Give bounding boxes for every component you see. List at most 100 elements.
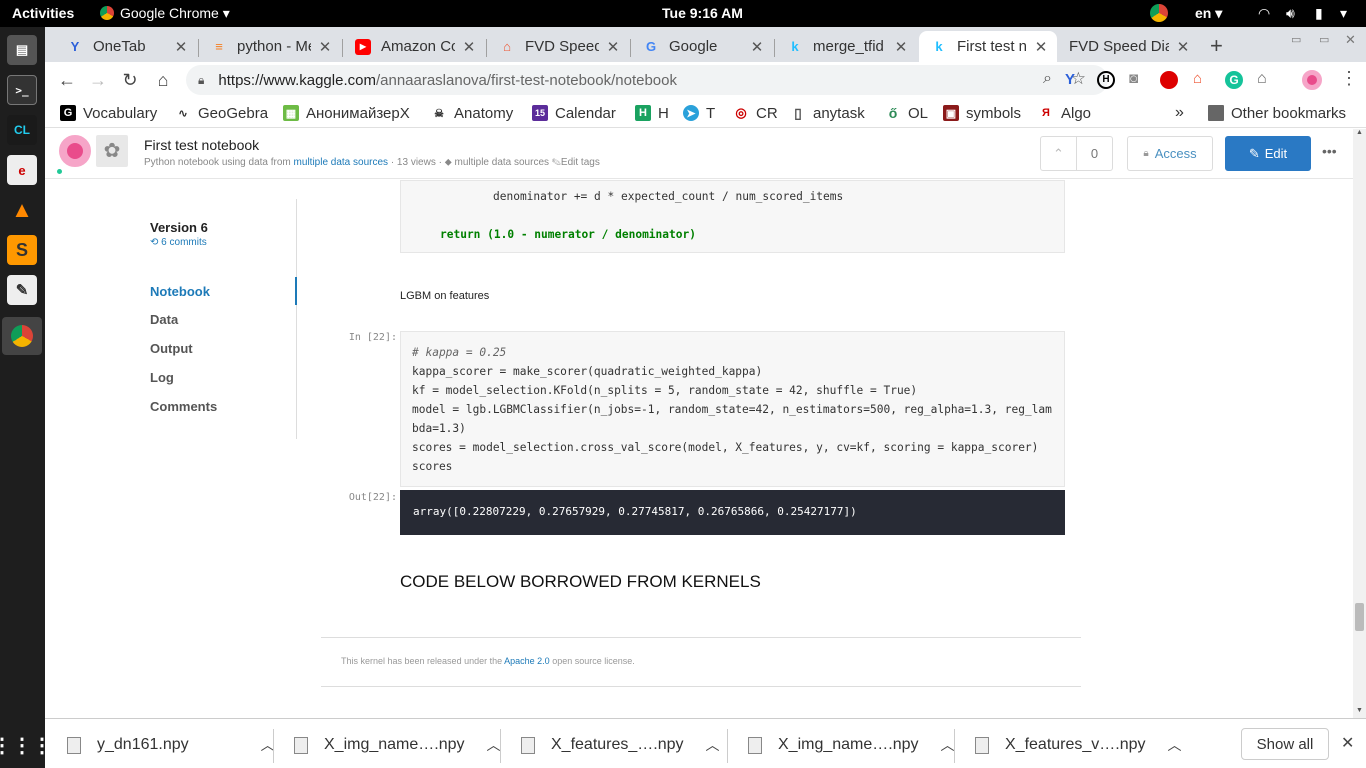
- download-item[interactable]: X_features_….npy ︿: [521, 731, 720, 759]
- nav-data[interactable]: Data: [150, 312, 178, 327]
- fvd-extension-icon[interactable]: ⌂: [1193, 70, 1202, 87]
- nav-output[interactable]: Output: [150, 341, 193, 356]
- terminal-icon[interactable]: >_: [7, 75, 37, 105]
- tab-fvd-speed-dial[interactable]: FVD Speed Dial ✕: [1057, 31, 1199, 62]
- new-tab-button[interactable]: +: [1210, 33, 1223, 59]
- download-item[interactable]: X_img_name….npy ︿: [294, 731, 501, 759]
- close-icon[interactable]: ✕: [1033, 38, 1049, 56]
- close-icon[interactable]: ✕: [461, 38, 477, 56]
- download-item[interactable]: X_features_v….npy ︿: [975, 731, 1182, 759]
- tab-google[interactable]: G Google ✕: [631, 31, 773, 62]
- forward-icon[interactable]: →: [85, 67, 111, 93]
- red-extension-icon[interactable]: [1160, 71, 1178, 89]
- other-bookmarks[interactable]: Other bookmarks: [1208, 103, 1346, 123]
- commits-link[interactable]: ⟲ 6 commits: [150, 237, 207, 248]
- chevron-up-icon[interactable]: ︿: [941, 735, 955, 755]
- edit-button[interactable]: ✎ Edit: [1225, 136, 1311, 171]
- camera-extension-icon[interactable]: ◙: [1129, 70, 1138, 87]
- extension-icon[interactable]: ⌂: [1257, 70, 1267, 88]
- page-scrollbar[interactable]: ▲ ▼: [1353, 129, 1366, 718]
- tab-amazon[interactable]: ▶ Amazon Co ✕: [343, 31, 485, 62]
- dataset-thumbnail[interactable]: ✿: [96, 135, 128, 167]
- app-menu[interactable]: Google Chrome ▾: [100, 0, 230, 27]
- onetab-extension-icon[interactable]: Y: [1065, 71, 1075, 88]
- tab-first-test-notebook[interactable]: k First test nc ✕: [919, 31, 1057, 62]
- more-options-icon[interactable]: •••: [1322, 143, 1337, 159]
- bookmark-algo[interactable]: Я Algo: [1038, 103, 1091, 123]
- activities-button[interactable]: Activities: [12, 0, 74, 27]
- bookmark-vocabulary[interactable]: G Vocabulary: [60, 103, 157, 123]
- more-bookmarks-icon[interactable]: »: [1175, 103, 1184, 123]
- clock[interactable]: Tue 9:16 AM: [662, 0, 743, 27]
- text-editor-icon[interactable]: ✎: [7, 275, 37, 305]
- chevron-up-icon[interactable]: ︿: [487, 735, 501, 755]
- tab-merge-tfidf[interactable]: k merge_tfid ✕: [775, 31, 917, 62]
- system-menu-arrow-icon[interactable]: ▾: [1340, 0, 1347, 27]
- bookmark-anytask[interactable]: ▯ anytask: [790, 103, 865, 123]
- download-item[interactable]: y_dn161.npy ︿: [67, 731, 275, 759]
- show-applications-icon[interactable]: ⋮⋮⋮: [0, 730, 52, 760]
- bookmark-symbols[interactable]: ▣ symbols: [943, 103, 1021, 123]
- data-sources-link[interactable]: multiple data sources: [294, 157, 389, 168]
- bookmark-ol[interactable]: ő OL: [885, 103, 928, 123]
- home-icon[interactable]: ⌂: [150, 67, 176, 93]
- h-extension-icon[interactable]: H: [1097, 71, 1115, 89]
- close-icon[interactable]: ✕: [173, 38, 189, 56]
- bookmark-anonymizer[interactable]: ▦ АнонимайзерX: [283, 103, 410, 123]
- close-icon[interactable]: ✕: [1175, 38, 1191, 56]
- vlc-icon[interactable]: ▲: [7, 195, 37, 225]
- files-icon[interactable]: ▤: [7, 35, 37, 65]
- reload-icon[interactable]: ↻: [117, 67, 143, 93]
- tab-onetab[interactable]: Y OneTab ✕: [55, 31, 197, 62]
- code-cell-previous[interactable]: denominator += d * expected_count / num_…: [400, 180, 1065, 253]
- scrollbar-thumb[interactable]: [1355, 603, 1364, 631]
- bookmark-cr[interactable]: ◎ CR: [733, 103, 777, 123]
- tags-link[interactable]: multiple data sources: [455, 157, 550, 168]
- chrome-menu-icon[interactable]: ⋮: [1340, 68, 1358, 89]
- evince-icon[interactable]: e: [7, 155, 37, 185]
- close-icon[interactable]: ✕: [749, 38, 765, 56]
- close-download-bar-icon[interactable]: ✕: [1341, 733, 1354, 753]
- license-link[interactable]: Apache 2.0: [504, 656, 550, 666]
- download-item[interactable]: X_img_name….npy ︿: [748, 731, 955, 759]
- grammarly-extension-icon[interactable]: G: [1225, 71, 1243, 89]
- maximize-icon[interactable]: ▭: [1319, 33, 1329, 46]
- close-icon[interactable]: ✕: [317, 38, 333, 56]
- sublime-icon[interactable]: S: [7, 235, 37, 265]
- close-icon[interactable]: ✕: [893, 38, 909, 56]
- chevron-up-icon[interactable]: ︿: [706, 735, 720, 755]
- back-icon[interactable]: ←: [54, 67, 80, 93]
- scroll-up-icon[interactable]: ▲: [1356, 129, 1363, 136]
- chrome-tray-icon[interactable]: [1150, 0, 1168, 27]
- code-cell-lgbm[interactable]: # kappa = 0.25 kappa_scorer = make_score…: [400, 331, 1065, 487]
- bookmark-t[interactable]: ➤ T: [683, 103, 715, 123]
- access-button[interactable]: 🔒︎ Access: [1127, 136, 1213, 171]
- search-icon[interactable]: ⌕: [1043, 70, 1052, 88]
- minimize-icon[interactable]: ▭: [1291, 33, 1301, 46]
- bookmark-h[interactable]: HH: [635, 103, 669, 123]
- chevron-up-icon[interactable]: ︿: [1168, 735, 1182, 755]
- clion-icon[interactable]: CL: [7, 115, 37, 145]
- bookmark-anatomy[interactable]: ☠ Anatomy: [431, 103, 513, 123]
- edit-tags-link[interactable]: Edit tags: [561, 157, 600, 168]
- profile-avatar[interactable]: [1302, 70, 1322, 90]
- nav-notebook[interactable]: Notebook: [150, 284, 210, 299]
- nav-comments[interactable]: Comments: [150, 399, 217, 414]
- address-bar[interactable]: 🔒︎ https://www.kaggle.com/annaaraslanova…: [186, 65, 1108, 95]
- nav-log[interactable]: Log: [150, 370, 174, 385]
- author-avatar[interactable]: [59, 135, 91, 167]
- scroll-down-icon[interactable]: ▼: [1356, 707, 1363, 714]
- language-indicator[interactable]: en ▾: [1195, 0, 1222, 27]
- chrome-dock-icon[interactable]: [2, 317, 42, 355]
- tab-fvd-speed[interactable]: ⌂ FVD Speed ✕: [487, 31, 629, 62]
- close-icon[interactable]: ✕: [605, 38, 621, 56]
- battery-icon[interactable]: ▮: [1315, 0, 1323, 27]
- tab-python[interactable]: ≡ python - Me ✕: [199, 31, 341, 62]
- volume-icon[interactable]: 🔊︎: [1286, 0, 1295, 27]
- bookmark-calendar[interactable]: 15 Calendar: [532, 103, 616, 123]
- upvote-button[interactable]: ⌃: [1040, 136, 1077, 171]
- wifi-icon[interactable]: ◠: [1258, 0, 1270, 27]
- window-close-icon[interactable]: ✕: [1345, 32, 1356, 48]
- show-all-button[interactable]: Show all: [1241, 728, 1329, 760]
- bookmark-geogebra[interactable]: ∿ GeoGebra: [175, 103, 268, 123]
